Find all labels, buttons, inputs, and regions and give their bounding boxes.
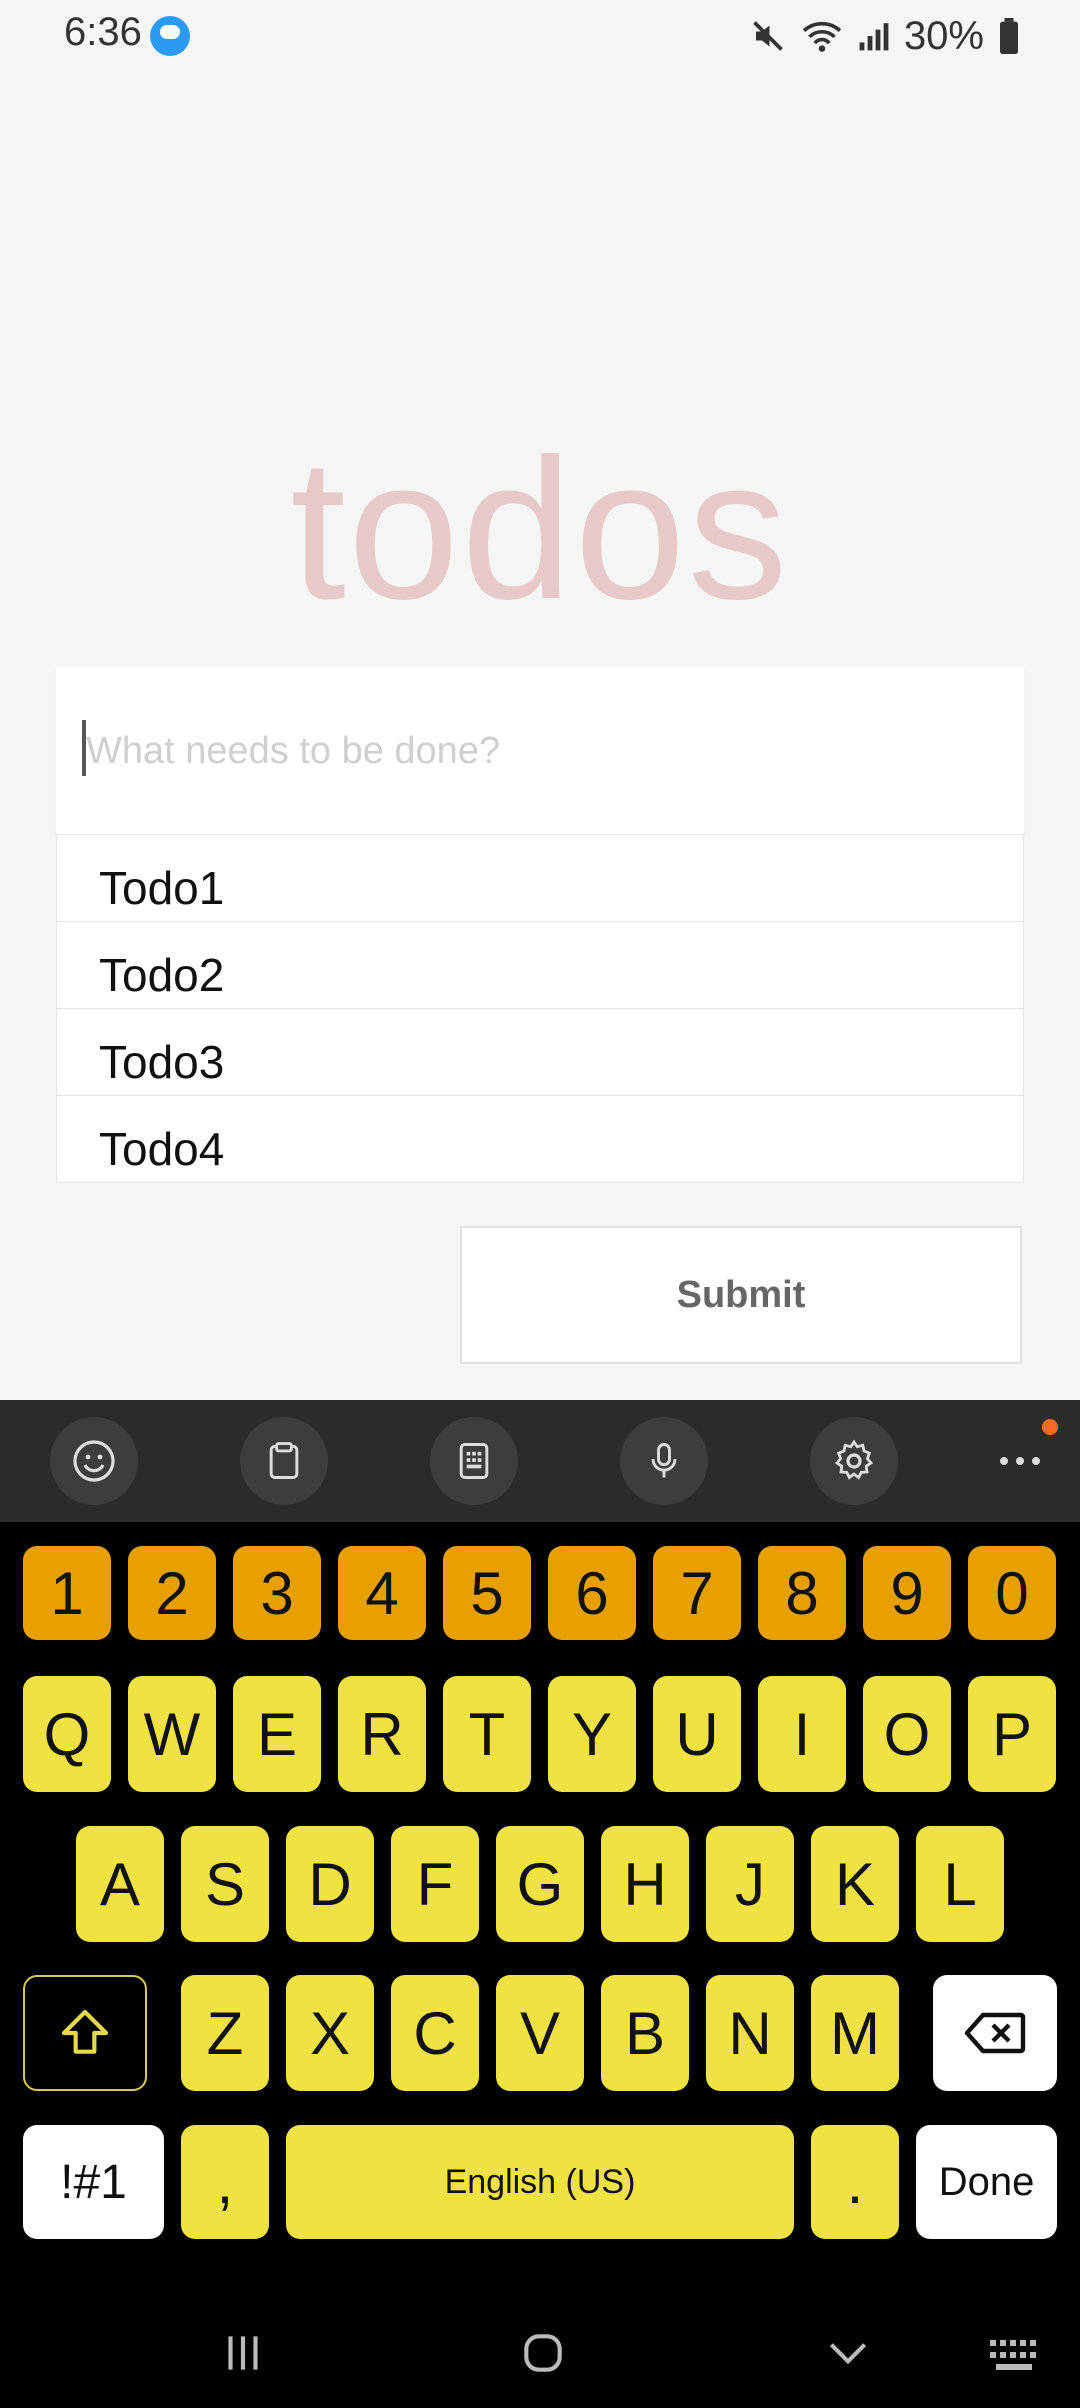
key-2[interactable]: 2 xyxy=(128,1546,216,1640)
backspace-icon xyxy=(964,2012,1026,2054)
key-c[interactable]: C xyxy=(391,1975,479,2091)
new-todo-container xyxy=(56,666,1024,836)
keyboard-switch-icon[interactable] xyxy=(988,2338,1044,2379)
key-o[interactable]: O xyxy=(863,1676,951,1792)
key-g[interactable]: G xyxy=(496,1826,584,1942)
status-icons: 30% xyxy=(750,12,1020,60)
key-r[interactable]: R xyxy=(338,1676,426,1792)
backspace-key[interactable] xyxy=(933,1975,1057,2091)
key-1[interactable]: 1 xyxy=(23,1546,111,1640)
key-v[interactable]: V xyxy=(496,1975,584,2091)
key-s[interactable]: S xyxy=(181,1826,269,1942)
key-7[interactable]: 7 xyxy=(653,1546,741,1640)
key-y[interactable]: Y xyxy=(548,1676,636,1792)
shift-key[interactable] xyxy=(23,1975,147,2091)
settings-icon[interactable] xyxy=(810,1417,898,1505)
key-f[interactable]: F xyxy=(391,1826,479,1942)
new-todo-input[interactable] xyxy=(84,666,1008,836)
todo-label: Todo4 xyxy=(99,1123,225,1175)
done-key[interactable]: Done xyxy=(916,2125,1057,2239)
notification-dot xyxy=(1042,1419,1058,1435)
key-q[interactable]: Q xyxy=(23,1676,111,1792)
symbols-key[interactable]: !#1 xyxy=(23,2125,164,2239)
key-i[interactable]: I xyxy=(758,1676,846,1792)
text-cursor xyxy=(82,720,86,776)
keypad-icon[interactable] xyxy=(430,1417,518,1505)
recents-icon[interactable] xyxy=(218,2328,268,2383)
clipboard-icon[interactable] xyxy=(240,1417,328,1505)
key-6[interactable]: 6 xyxy=(548,1546,636,1640)
key-x[interactable]: X xyxy=(286,1975,374,2091)
navigation-bar xyxy=(0,2298,1080,2408)
status-time: 6:36 xyxy=(64,10,142,54)
key-w[interactable]: W xyxy=(128,1676,216,1792)
todo-label: Todo2 xyxy=(99,949,225,1001)
space-key[interactable]: English (US) xyxy=(286,2125,794,2239)
keyboard: 1 2 3 4 5 6 7 8 9 0 Q W E R T Y U I O P … xyxy=(0,1522,1080,2298)
period-key[interactable]: . xyxy=(811,2125,899,2239)
key-h[interactable]: H xyxy=(601,1826,689,1942)
more-icon[interactable] xyxy=(990,1443,1050,1479)
key-l[interactable]: L xyxy=(916,1826,1004,1942)
todo-list: Todo1 Todo2 Todo3 Todo4 xyxy=(56,834,1024,1183)
shift-icon xyxy=(61,2009,109,2054)
todo-label: Todo3 xyxy=(99,1036,225,1088)
mute-icon xyxy=(753,21,783,51)
battery-percent: 30% xyxy=(903,13,984,58)
submit-button[interactable]: Submit xyxy=(460,1226,1022,1364)
key-b[interactable]: B xyxy=(601,1975,689,2091)
keyboard-toolbar xyxy=(0,1400,1080,1522)
key-p[interactable]: P xyxy=(968,1676,1056,1792)
app-title: todos xyxy=(290,418,790,641)
todo-item[interactable]: Todo2 xyxy=(56,922,1024,1009)
key-5[interactable]: 5 xyxy=(443,1546,531,1640)
battery-icon xyxy=(1000,18,1018,54)
cloud-app-icon xyxy=(150,16,190,56)
key-d[interactable]: D xyxy=(286,1826,374,1942)
todo-label: Todo1 xyxy=(99,862,225,914)
key-e[interactable]: E xyxy=(233,1676,321,1792)
key-4[interactable]: 4 xyxy=(338,1546,426,1640)
key-0[interactable]: 0 xyxy=(968,1546,1056,1640)
key-t[interactable]: T xyxy=(443,1676,531,1792)
signal-icon xyxy=(859,23,889,51)
todo-item[interactable]: Todo1 xyxy=(56,834,1024,922)
emoji-icon[interactable] xyxy=(50,1417,138,1505)
key-3[interactable]: 3 xyxy=(233,1546,321,1640)
key-k[interactable]: K xyxy=(811,1826,899,1942)
back-icon[interactable] xyxy=(820,2328,876,2383)
key-8[interactable]: 8 xyxy=(758,1546,846,1640)
key-n[interactable]: N xyxy=(706,1975,794,2091)
comma-key[interactable]: , xyxy=(181,2125,269,2239)
todo-item[interactable]: Todo4 xyxy=(56,1096,1024,1183)
mic-icon[interactable] xyxy=(620,1417,708,1505)
key-u[interactable]: U xyxy=(653,1676,741,1792)
key-9[interactable]: 9 xyxy=(863,1546,951,1640)
key-j[interactable]: J xyxy=(706,1826,794,1942)
key-z[interactable]: Z xyxy=(181,1975,269,2091)
todo-item[interactable]: Todo3 xyxy=(56,1009,1024,1096)
wifi-icon xyxy=(802,21,842,52)
status-bar: 6:36 30% xyxy=(0,0,1080,72)
key-a[interactable]: A xyxy=(76,1826,164,1942)
home-icon[interactable] xyxy=(518,2328,568,2383)
key-m[interactable]: M xyxy=(811,1975,899,2091)
